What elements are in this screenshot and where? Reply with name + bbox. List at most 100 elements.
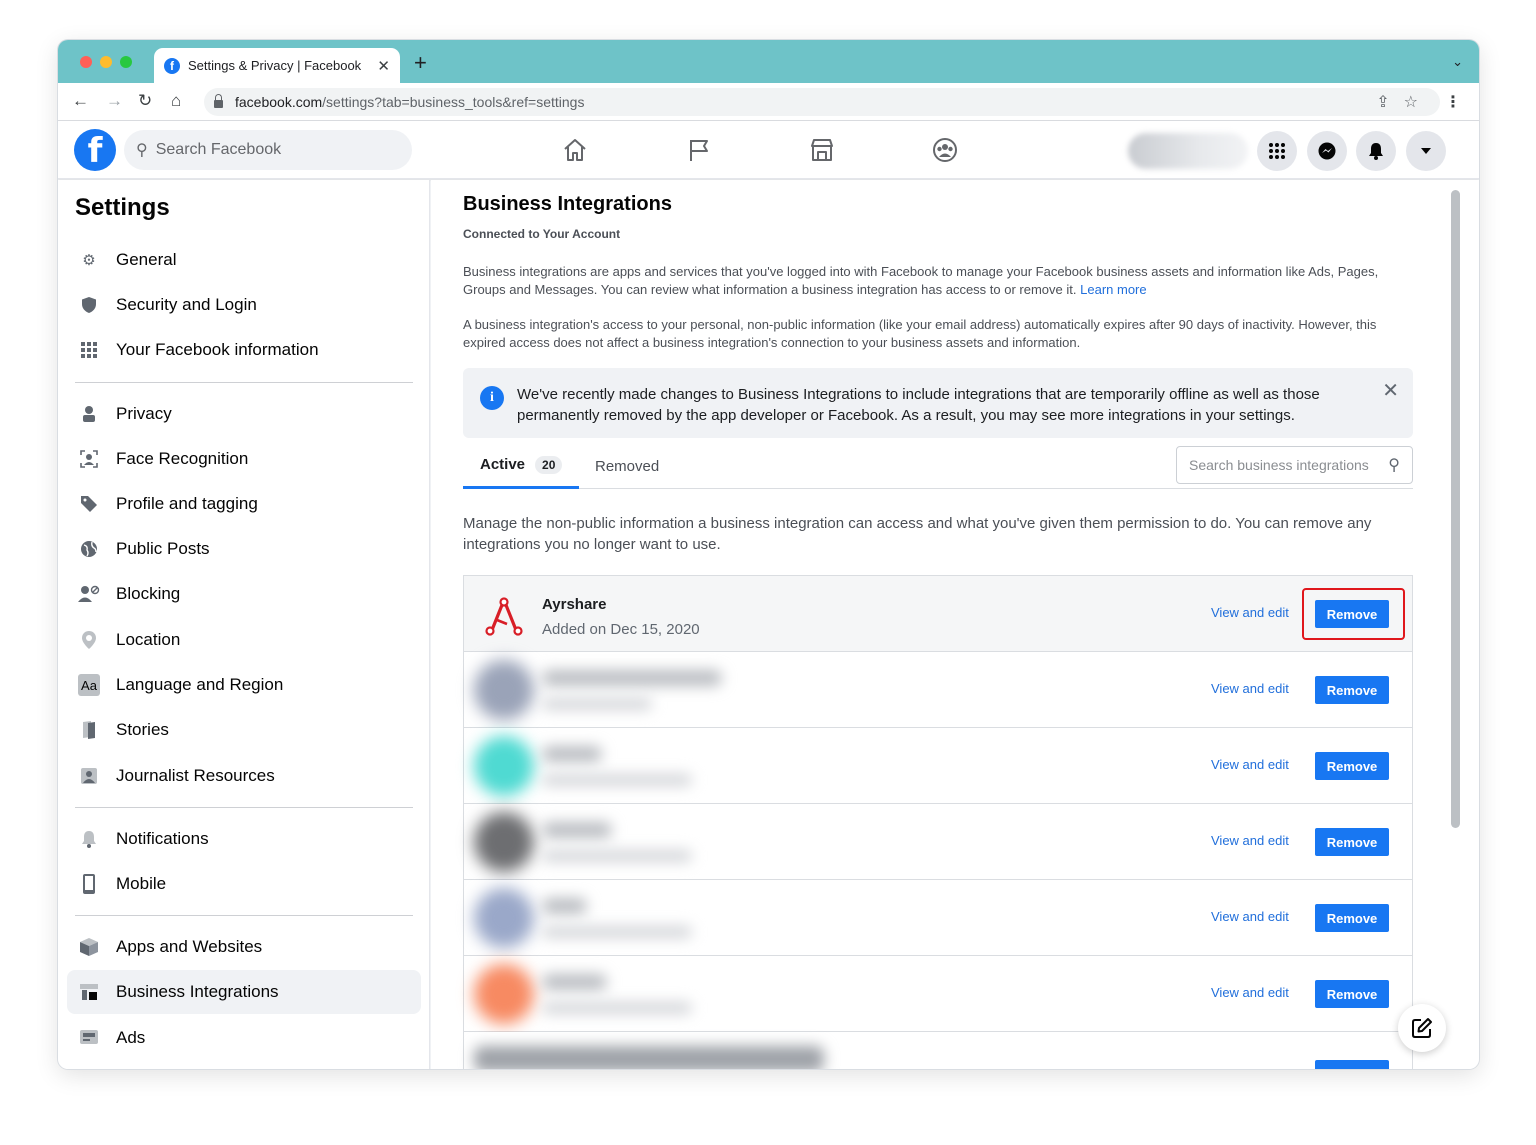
sidebar-item-label: Privacy bbox=[116, 404, 172, 423]
flag-icon[interactable] bbox=[684, 135, 714, 165]
maximize-window-button[interactable] bbox=[120, 56, 132, 68]
shield-icon bbox=[78, 294, 100, 316]
sidebar-item-profile-and-tagging[interactable]: Profile and tagging bbox=[67, 482, 421, 526]
search-icon: ⚲ bbox=[136, 142, 148, 159]
sidebar-item-face-recognition[interactable]: Face Recognition bbox=[67, 437, 421, 481]
sidebar-item-your-facebook-information[interactable]: Your Facebook information bbox=[67, 328, 421, 372]
sidebar-item-label: Notifications bbox=[116, 829, 209, 848]
sidebar-item-apps-and-websites[interactable]: Apps and Websites bbox=[67, 925, 421, 969]
remove-button[interactable]: Remove bbox=[1315, 980, 1389, 1008]
new-message-button[interactable] bbox=[1398, 1004, 1446, 1052]
sidebar-title: Settings bbox=[75, 194, 170, 221]
sidebar-item-label: Profile and tagging bbox=[116, 494, 258, 513]
reload-icon[interactable]: ↻ bbox=[138, 91, 152, 111]
notifications-bell-icon[interactable] bbox=[1356, 131, 1396, 171]
sidebar-item-label: Security and Login bbox=[116, 295, 257, 314]
ayrshare-logo-icon bbox=[485, 597, 523, 636]
groups-icon[interactable] bbox=[930, 135, 960, 165]
sidebar-divider bbox=[75, 915, 413, 916]
remove-button-partial[interactable] bbox=[1315, 1060, 1389, 1069]
forward-arrow-icon[interactable]: → bbox=[106, 91, 123, 111]
sidebar-item-language-and-region[interactable]: Aa Language and Region bbox=[67, 663, 421, 707]
page-title: Business Integrations bbox=[463, 193, 672, 215]
sidebar-item-public-posts[interactable]: Public Posts bbox=[67, 527, 421, 571]
remove-button[interactable]: Remove bbox=[1315, 904, 1389, 932]
profile-shortcut[interactable] bbox=[1128, 133, 1248, 169]
view-and-edit-link[interactable]: View and edit bbox=[1211, 833, 1289, 848]
facebook-logo-icon[interactable]: f bbox=[74, 129, 116, 171]
sidebar-item-ads[interactable]: Ads bbox=[67, 1016, 421, 1060]
sidebar-item-blocking[interactable]: Blocking bbox=[67, 572, 421, 616]
integration-logo-blurred bbox=[474, 888, 534, 948]
minimize-window-button[interactable] bbox=[100, 56, 112, 68]
view-and-edit-link[interactable]: View and edit bbox=[1211, 909, 1289, 924]
active-count-badge: 20 bbox=[535, 455, 563, 474]
integration-tabs: Active 20 Removed Search business integr… bbox=[463, 443, 1413, 489]
integration-logo-blurred bbox=[474, 660, 534, 720]
home-icon[interactable] bbox=[560, 135, 590, 165]
bookmark-star-icon[interactable]: ☆ bbox=[1404, 94, 1432, 111]
back-arrow-icon[interactable]: ← bbox=[72, 91, 89, 111]
close-tab-icon[interactable]: ✕ bbox=[377, 57, 390, 75]
tab-active[interactable]: Active 20 bbox=[463, 443, 579, 489]
scrollbar-thumb[interactable] bbox=[1451, 190, 1460, 828]
integration-logo-blurred bbox=[474, 964, 534, 1024]
sidebar-item-security-and-login[interactable]: Security and Login bbox=[67, 283, 421, 327]
new-tab-icon[interactable]: + bbox=[414, 52, 427, 74]
menu-grid-icon[interactable] bbox=[1257, 131, 1297, 171]
sidebar-item-stories[interactable]: Stories bbox=[67, 708, 421, 752]
tab-active-label: Active bbox=[480, 456, 526, 473]
lock-icon[interactable] bbox=[214, 94, 223, 108]
close-icon[interactable]: ✕ bbox=[1382, 378, 1399, 403]
sidebar-item-notifications[interactable]: Notifications bbox=[67, 817, 421, 861]
sidebar-item-privacy[interactable]: Privacy bbox=[67, 392, 421, 436]
main-content: Business Integrations Connected to Your … bbox=[431, 180, 1449, 1069]
integration-name-blurred bbox=[542, 670, 722, 686]
ads-icon bbox=[78, 1027, 100, 1049]
messenger-icon[interactable] bbox=[1307, 131, 1347, 171]
globe-icon bbox=[78, 538, 100, 560]
sidebar-item-business-integrations[interactable]: Business Integrations bbox=[67, 970, 421, 1014]
facebook-search-input[interactable]: ⚲ Search Facebook bbox=[124, 130, 412, 170]
sidebar-item-location[interactable]: Location bbox=[67, 618, 421, 662]
tab-removed[interactable]: Removed bbox=[595, 443, 659, 489]
url-bar[interactable]: facebook.com/settings?tab=business_tools… bbox=[204, 88, 1440, 116]
table-row: View and edit Remove bbox=[464, 728, 1412, 804]
home-button-icon[interactable]: ⌂ bbox=[171, 91, 181, 111]
account-caret-icon[interactable] bbox=[1406, 131, 1446, 171]
table-row: View and edit Remove bbox=[464, 956, 1412, 1032]
id-card-icon bbox=[78, 765, 100, 787]
business-integrations-search-input[interactable]: Search business integrations ⚲ bbox=[1176, 446, 1413, 484]
sidebar-item-label: Language and Region bbox=[116, 675, 284, 694]
sidebar-item-label: Business Integrations bbox=[116, 982, 279, 1001]
gear-icon: ⚙ bbox=[82, 252, 96, 269]
sidebar-item-general[interactable]: ⚙ General bbox=[67, 238, 421, 282]
browser-menu-icon[interactable]: ⋮ bbox=[1445, 92, 1461, 112]
location-pin-icon bbox=[78, 629, 100, 651]
manage-description: Manage the non-public information a busi… bbox=[463, 515, 1372, 553]
browser-tab-active[interactable]: f Settings & Privacy | Facebook ✕ bbox=[154, 48, 400, 83]
integration-date-blurred bbox=[542, 774, 692, 786]
marketplace-icon[interactable] bbox=[807, 135, 837, 165]
intro-paragraph: Business integrations are apps and servi… bbox=[463, 263, 1413, 299]
sidebar-item-journalist-resources[interactable]: Journalist Resources bbox=[67, 754, 421, 798]
close-window-button[interactable] bbox=[80, 56, 92, 68]
url-path: /settings?tab=business_tools&ref=setting… bbox=[322, 94, 585, 110]
integration-date-blurred bbox=[542, 850, 692, 862]
remove-button[interactable]: Remove bbox=[1315, 752, 1389, 780]
remove-button[interactable]: Remove bbox=[1315, 676, 1389, 704]
view-and-edit-link[interactable]: View and edit bbox=[1211, 985, 1289, 1000]
sidebar-item-label: Your Facebook information bbox=[116, 340, 319, 359]
sidebar-item-mobile[interactable]: Mobile bbox=[67, 862, 421, 906]
tab-search-chevron-icon[interactable]: ⌄ bbox=[1452, 54, 1463, 70]
integration-logo-blurred bbox=[474, 736, 534, 796]
integration-name-blurred bbox=[542, 822, 612, 838]
view-and-edit-link[interactable]: View and edit bbox=[1211, 605, 1289, 620]
share-icon[interactable]: ⇪ bbox=[1376, 94, 1403, 111]
phone-icon bbox=[78, 873, 100, 895]
url-domain: facebook.com bbox=[235, 94, 323, 110]
view-and-edit-link[interactable]: View and edit bbox=[1211, 757, 1289, 772]
learn-more-link[interactable]: Learn more bbox=[1080, 282, 1146, 297]
remove-button[interactable]: Remove bbox=[1315, 828, 1389, 856]
view-and-edit-link[interactable]: View and edit bbox=[1211, 681, 1289, 696]
